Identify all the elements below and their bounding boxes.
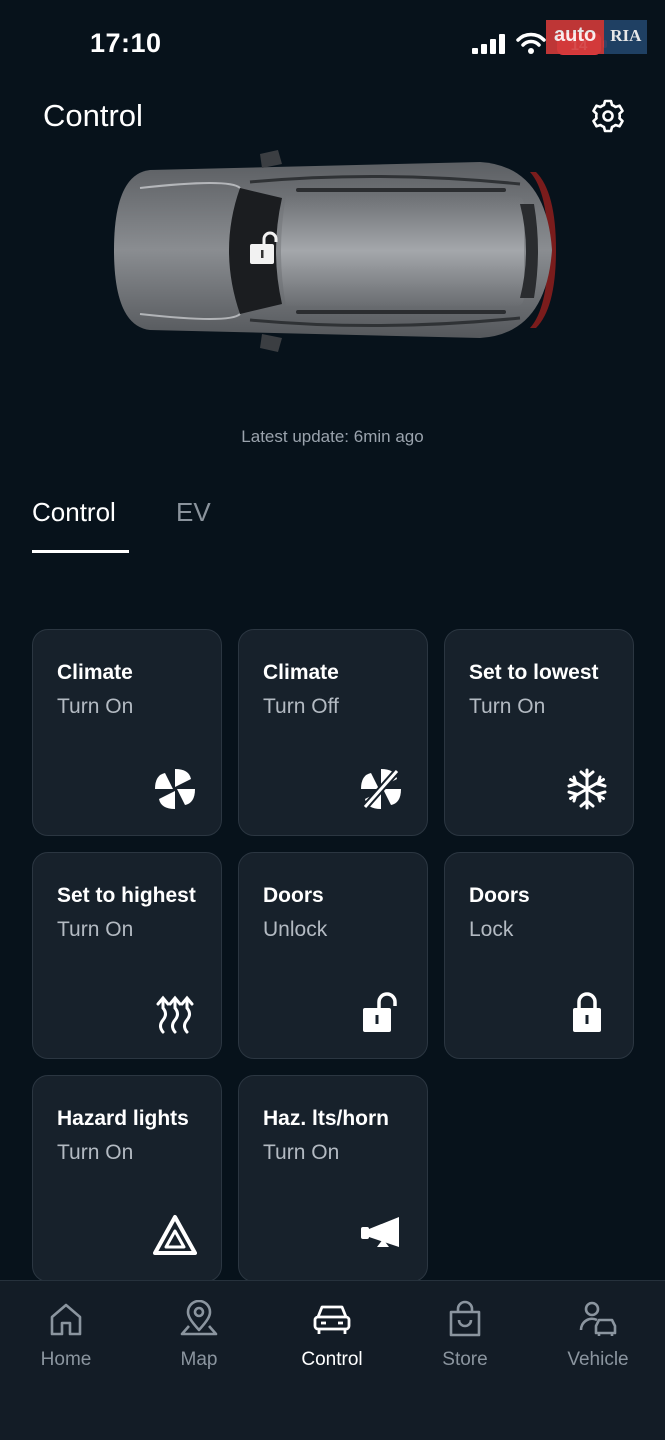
- vehicle-profile-icon: [538, 1299, 658, 1339]
- status-bar: 17:10 14 auto RIA: [0, 0, 665, 90]
- hazard-horn-tile[interactable]: Haz. lts/horn Turn On: [238, 1075, 428, 1282]
- nav-store[interactable]: Store: [405, 1299, 525, 1371]
- hazard-lights-tile[interactable]: Hazard lights Turn On: [32, 1075, 222, 1282]
- heat-icon: [153, 990, 197, 1034]
- set-highest-tile[interactable]: Set to highest Turn On: [32, 852, 222, 1059]
- tile-subtitle: Lock: [469, 918, 514, 941]
- cellular-signal-icon: [472, 34, 506, 59]
- horn-icon: [359, 1213, 403, 1257]
- fan-off-icon: [359, 767, 403, 811]
- store-icon: [405, 1299, 525, 1339]
- fan-icon: [153, 767, 197, 811]
- gear-icon: [590, 98, 626, 139]
- climate-on-tile[interactable]: Climate Turn On: [32, 629, 222, 836]
- tile-subtitle: Unlock: [263, 918, 328, 941]
- page-title: Control: [43, 98, 143, 133]
- nav-map[interactable]: Map: [139, 1299, 259, 1371]
- tile-subtitle: Turn On: [263, 1141, 340, 1164]
- last-update-text: Latest update: 6min ago: [241, 427, 424, 446]
- active-tab-indicator: [32, 550, 129, 553]
- tile-title: Set to highest: [57, 884, 196, 907]
- tile-title: Set to lowest: [469, 661, 599, 684]
- set-lowest-tile[interactable]: Set to lowest Turn On: [444, 629, 634, 836]
- lock-icon: [565, 990, 609, 1034]
- wifi-icon: [516, 32, 546, 59]
- nav-label: Map: [180, 1349, 218, 1370]
- auto-ria-watermark: auto RIA: [546, 20, 648, 54]
- tile-subtitle: Turn On: [57, 1141, 134, 1164]
- tile-subtitle: Turn Off: [263, 695, 339, 718]
- climate-off-tile[interactable]: Climate Turn Off: [238, 629, 428, 836]
- tile-title: Hazard lights: [57, 1107, 189, 1130]
- tile-title: Doors: [263, 884, 324, 907]
- car-icon: [272, 1299, 392, 1339]
- watermark-auto: auto: [546, 20, 605, 54]
- vehicle-top-view-image: [110, 148, 560, 354]
- tab-ev[interactable]: EV: [176, 497, 211, 528]
- tile-subtitle: Turn On: [57, 695, 134, 718]
- tile-title: Doors: [469, 884, 530, 907]
- tile-title: Haz. lts/horn: [263, 1107, 390, 1130]
- doors-unlock-tile[interactable]: Doors Unlock: [238, 852, 428, 1059]
- watermark-ria: RIA: [604, 20, 648, 54]
- status-time: 17:10: [90, 28, 162, 58]
- home-icon: [6, 1299, 126, 1339]
- nav-label: Control: [301, 1349, 363, 1370]
- unlock-icon: [359, 990, 403, 1034]
- nav-home[interactable]: Home: [6, 1299, 126, 1371]
- nav-label: Vehicle: [567, 1349, 629, 1370]
- tile-title: Climate: [263, 661, 339, 684]
- tile-subtitle: Turn On: [57, 918, 134, 941]
- nav-label: Store: [442, 1349, 488, 1370]
- nav-control[interactable]: Control: [272, 1299, 392, 1371]
- nav-vehicle[interactable]: Vehicle: [538, 1299, 658, 1371]
- tab-control[interactable]: Control: [32, 497, 116, 528]
- settings-button[interactable]: [588, 98, 628, 138]
- snowflake-icon: [565, 767, 609, 811]
- nav-label: Home: [40, 1349, 92, 1370]
- map-pin-icon: [139, 1299, 259, 1339]
- bottom-navigation: Home Map Control Store Vehicle: [0, 1280, 665, 1440]
- tile-subtitle: Turn On: [469, 695, 546, 718]
- hazard-icon: [153, 1213, 197, 1257]
- doors-lock-tile[interactable]: Doors Lock: [444, 852, 634, 1059]
- tile-title: Climate: [57, 661, 133, 684]
